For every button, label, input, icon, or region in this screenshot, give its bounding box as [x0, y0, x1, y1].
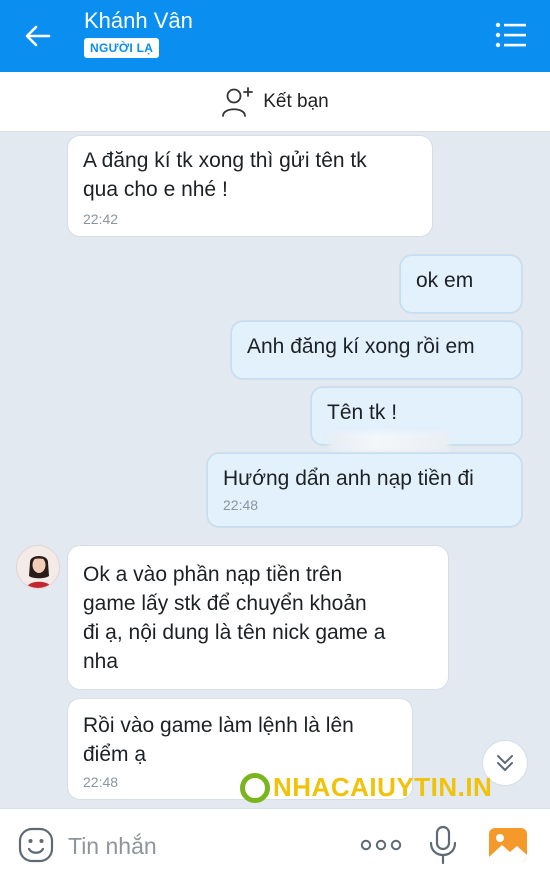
add-friend-button[interactable]: Kết bạn: [0, 72, 550, 132]
menu-button[interactable]: [494, 20, 528, 50]
contact-name[interactable]: Khánh Vân: [84, 8, 193, 34]
image-icon: [489, 828, 527, 862]
message-text: Hướng dẩn anh nạp tiền đi: [223, 467, 474, 490]
message-text: Ok a vào phần nạp tiền trên: [83, 563, 343, 586]
message-bubble-outgoing[interactable]: Tên tk !: [311, 387, 522, 453]
message-bubble-outgoing[interactable]: ok em: [400, 255, 522, 313]
watermark-text: NHACAIUYTIN.IN: [273, 772, 493, 802]
double-chevron-down-icon: [497, 755, 513, 771]
voice-button[interactable]: [428, 825, 458, 865]
message-text: Rồi vào game làm lệnh là lên: [83, 714, 354, 737]
emoji-button[interactable]: [18, 827, 54, 863]
list-menu-icon: [495, 22, 526, 48]
message-text: nha: [83, 650, 119, 673]
message-text: Tên tk !: [327, 401, 398, 424]
more-options-button[interactable]: [358, 833, 404, 857]
emoji-icon: [18, 827, 54, 863]
message-text: A đăng kí tk xong thì gửi tên tk: [83, 149, 367, 172]
add-friend-icon: [222, 86, 254, 117]
watermark-logo: NHACAIUYTIN.IN: [240, 772, 492, 803]
gallery-button[interactable]: [488, 827, 528, 863]
message-bubble-outgoing[interactable]: Anh đăng kí xong rồi em: [231, 321, 522, 379]
message-time: 22:42: [83, 211, 119, 227]
message-text: đi ạ, nội dung là tên nick game a: [83, 621, 386, 644]
message-time: 22:48: [223, 497, 259, 513]
watermark-c-icon: [240, 772, 270, 803]
message-bubble-outgoing[interactable]: Hướng dẩn anh nạp tiền đi 22:48: [207, 453, 522, 527]
add-friend-label: Kết bạn: [263, 90, 329, 112]
message-input[interactable]: [68, 827, 328, 865]
message-text: game lấy stk để chuyển khoản: [83, 592, 367, 615]
message-bubble-incoming[interactable]: Ok a vào phần nạp tiền trên game lấy stk…: [68, 546, 448, 689]
stranger-badge: NGƯỜI LẠ: [84, 38, 160, 58]
message-text: điểm ạ: [83, 743, 147, 766]
contact-avatar[interactable]: [16, 545, 60, 589]
message-input-bar: [0, 808, 550, 881]
arrow-left-icon: [25, 25, 51, 47]
message-text: Anh đăng kí xong rồi em: [247, 335, 475, 358]
message-text: ok em: [416, 269, 474, 292]
microphone-icon: [429, 825, 457, 865]
message-bubble-incoming[interactable]: A đăng kí tk xong thì gửi tên tk qua cho…: [68, 136, 432, 236]
message-text: qua cho e nhé !: [83, 178, 228, 201]
avatar-image: [17, 546, 59, 588]
chat-header: Khánh Vân NGƯỜI LẠ: [0, 0, 550, 72]
back-button[interactable]: [18, 16, 58, 56]
more-dots-icon: [360, 839, 402, 851]
redacted-username: [329, 432, 449, 453]
